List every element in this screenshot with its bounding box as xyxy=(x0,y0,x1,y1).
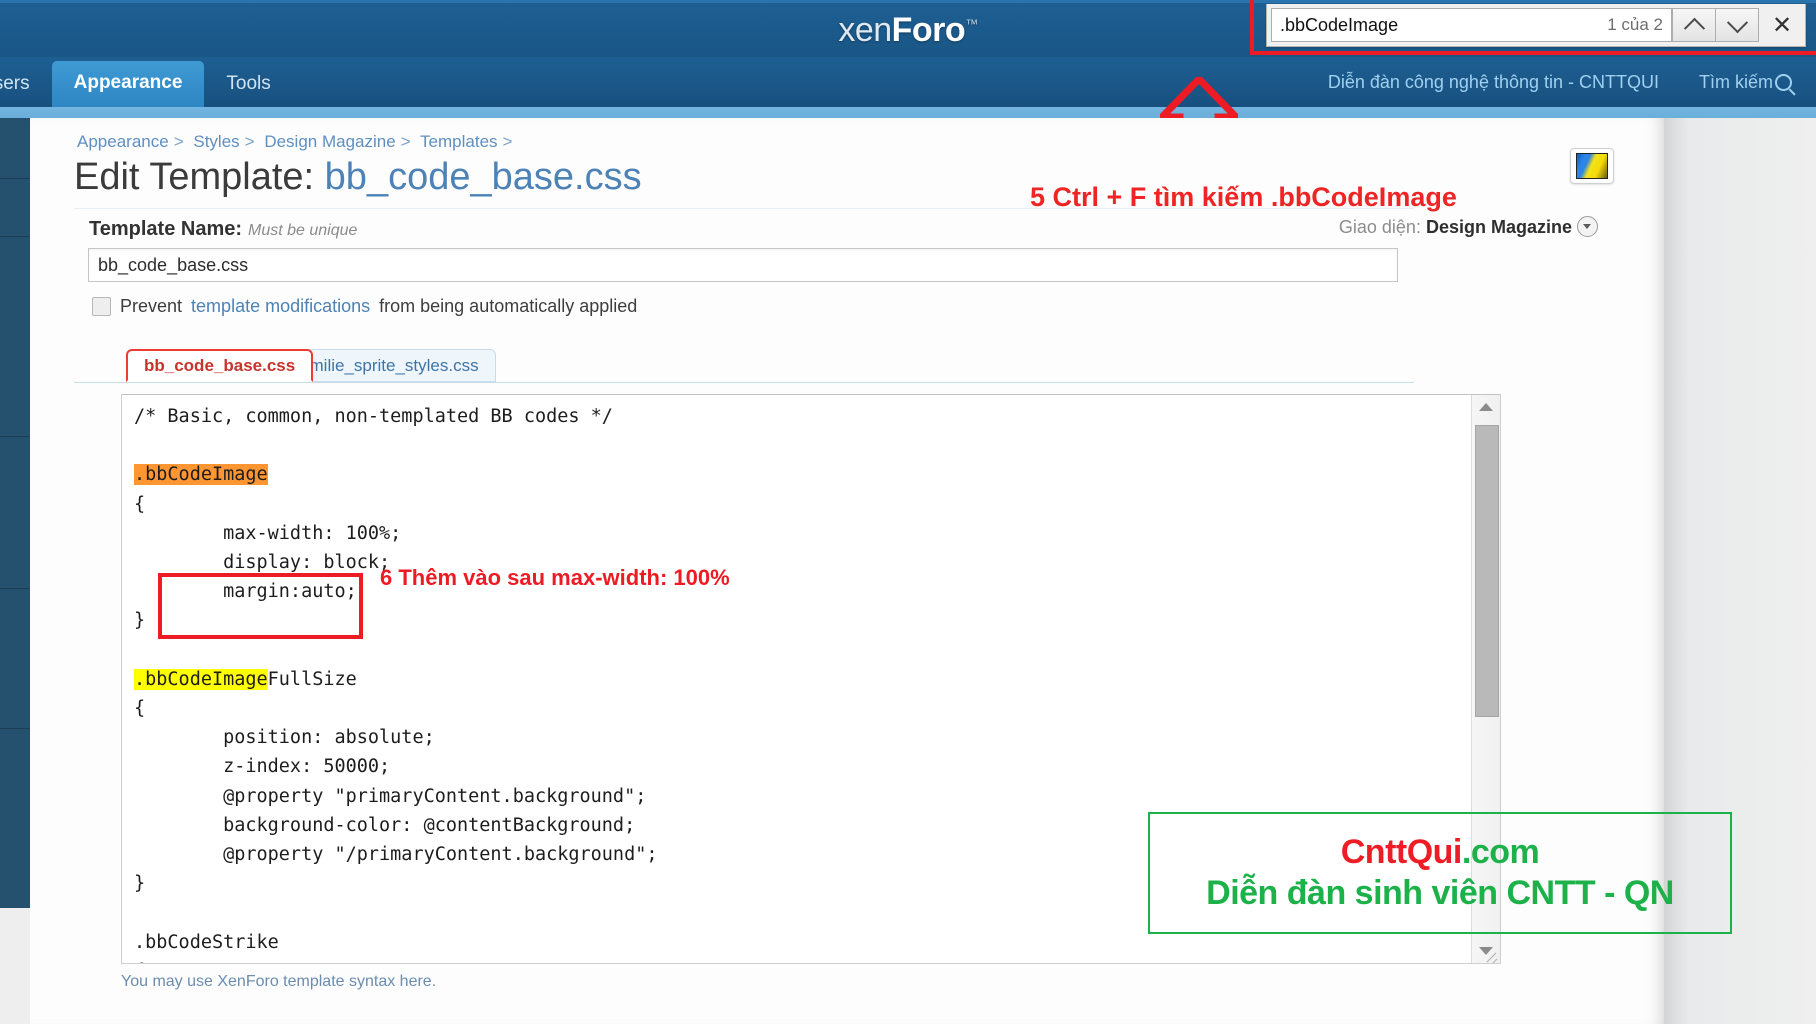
breadcrumb-separator: > xyxy=(400,132,411,151)
code-line: position: absolute; xyxy=(134,727,435,749)
chevron-up-icon xyxy=(1683,17,1705,39)
xenforo-logo: xenForo™ xyxy=(838,11,978,50)
nav-tab-users[interactable]: Users xyxy=(0,63,52,107)
template-modifications-link[interactable]: template modifications xyxy=(191,296,370,317)
nav-tab-tools[interactable]: Tools xyxy=(204,63,292,107)
color-palette-button[interactable] xyxy=(1570,148,1614,184)
breadcrumb-item-design-magazine[interactable]: Design Magazine xyxy=(264,132,395,151)
template-name-input[interactable] xyxy=(88,248,1398,282)
breadcrumb-item-styles[interactable]: Styles xyxy=(193,132,239,151)
chevron-down-icon[interactable] xyxy=(1577,216,1598,237)
watermark-site-name: CnttQui.com xyxy=(1341,833,1540,872)
find-input[interactable] xyxy=(1280,14,1598,36)
nav-right-group: Diễn đàn công nghệ thông tin - CNTTQUI T… xyxy=(1328,57,1792,107)
watermark-site-name-red: CnttQui xyxy=(1340,833,1463,871)
code-line: { xyxy=(134,698,146,720)
template-name-label-text: Template Name: xyxy=(89,218,243,240)
breadcrumb-separator: > xyxy=(244,132,255,151)
nav-tab-list: Users Appearance Tools xyxy=(0,57,293,107)
scroll-up-button[interactable] xyxy=(1472,395,1500,419)
editor-resize-handle[interactable] xyxy=(1484,948,1498,962)
watermark-site-name-green: .com xyxy=(1461,833,1540,871)
code-line: } xyxy=(134,873,146,895)
code-line: max-width: 100%; xyxy=(134,522,402,544)
find-input-wrapper[interactable]: 1 của 2 xyxy=(1271,8,1672,42)
code-line: FullSize xyxy=(267,668,357,690)
editor-tab-bb-code-base[interactable]: bb_code_base.css xyxy=(126,349,314,382)
editor-tab-bar: bb_code_base.css smilie_sprite_styles.cs… xyxy=(74,348,1414,383)
code-line: { xyxy=(134,493,146,515)
color-swatch-icon xyxy=(1576,153,1608,179)
editor-footer-note: You may use XenForo template syntax here… xyxy=(121,973,437,990)
prevent-text-after: from being automatically applied xyxy=(379,296,638,316)
find-close-button[interactable]: ✕ xyxy=(1759,4,1805,46)
style-picker[interactable]: Giao diện: Design Magazine xyxy=(1339,216,1598,238)
page-title: Edit Template: bb_code_base.css xyxy=(74,156,642,199)
code-line: .bbCodeStrike xyxy=(134,931,279,953)
style-picker-value: Design Magazine xyxy=(1425,217,1572,237)
annotation-step-6: 6 Thêm vào sau max-width: 100% xyxy=(380,565,730,590)
nav-tab-appearance[interactable]: Appearance xyxy=(51,61,205,107)
nav-search-label: Tìm kiếm xyxy=(1699,71,1773,92)
site-title-link[interactable]: Diễn đàn công nghệ thông tin - CNTTQUI xyxy=(1328,72,1659,93)
breadcrumb-item-templates[interactable]: Templates xyxy=(420,132,497,151)
chevron-down-icon xyxy=(1726,11,1748,33)
code-line: @property "primaryContent.background"; xyxy=(134,785,647,807)
prevent-modifications-checkbox[interactable] xyxy=(92,297,111,316)
nav-search-link[interactable]: Tìm kiếm xyxy=(1699,72,1792,93)
logo-text-bold: Foro xyxy=(891,11,966,49)
find-previous-button[interactable] xyxy=(1672,8,1716,42)
prevent-text-before: Prevent xyxy=(120,296,183,316)
find-match-count: 1 của 2 xyxy=(1607,15,1663,34)
template-name-label: Template Name: Must be unique xyxy=(89,218,357,241)
browser-find-bar: 1 của 2 ✕ xyxy=(1266,4,1806,47)
search-match-other: .bbCodeImage xyxy=(134,668,268,690)
scrollbar-thumb[interactable] xyxy=(1475,425,1499,717)
watermark-tagline: Diễn đàn sinh viên CNTT - QN xyxy=(1206,874,1674,912)
editor-tab-smilie-sprite-styles[interactable]: smilie_sprite_styles.css xyxy=(284,349,496,382)
template-name-hint: Must be unique xyxy=(248,222,358,239)
code-line: margin:auto; xyxy=(134,581,357,603)
watermark-box: CnttQui.com Diễn đàn sinh viên CNTT - QN xyxy=(1148,812,1732,934)
breadcrumb: Appearance > Styles > Design Magazine > Tem… xyxy=(77,132,517,152)
code-line: background-color: @contentBackground; xyxy=(134,814,636,836)
breadcrumb-item-appearance[interactable]: Appearance xyxy=(77,132,169,151)
code-line: } xyxy=(134,610,146,632)
triangle-up-icon xyxy=(1479,403,1493,411)
admin-nav-bar: Users Appearance Tools Diễn đàn công ngh… xyxy=(0,57,1816,107)
close-icon: ✕ xyxy=(1771,11,1793,39)
page-title-filename: bb_code_base.css xyxy=(324,156,642,198)
search-icon xyxy=(1775,73,1792,91)
left-sidebar-rail xyxy=(0,118,30,908)
code-line: z-index: 50000; xyxy=(134,756,391,778)
trademark-symbol: ™ xyxy=(965,16,978,32)
logo-text-light: xen xyxy=(838,11,892,49)
breadcrumb-separator: > xyxy=(502,132,513,151)
form-divider xyxy=(74,208,1414,209)
code-line: display: block; xyxy=(134,552,391,574)
find-next-button[interactable] xyxy=(1716,8,1759,42)
code-line: { xyxy=(134,961,145,963)
style-picker-label: Giao diện: xyxy=(1338,217,1421,237)
page-title-prefix: Edit Template: xyxy=(74,156,315,198)
code-line: @property "/primaryContent.background"; xyxy=(134,844,658,866)
code-line: /* Basic, common, non-templated BB codes… xyxy=(134,406,613,427)
search-match-current: .bbCodeImage xyxy=(134,464,268,486)
breadcrumb-separator: > xyxy=(173,132,184,151)
prevent-modifications-row: Prevent template modifications from bein… xyxy=(92,296,637,317)
